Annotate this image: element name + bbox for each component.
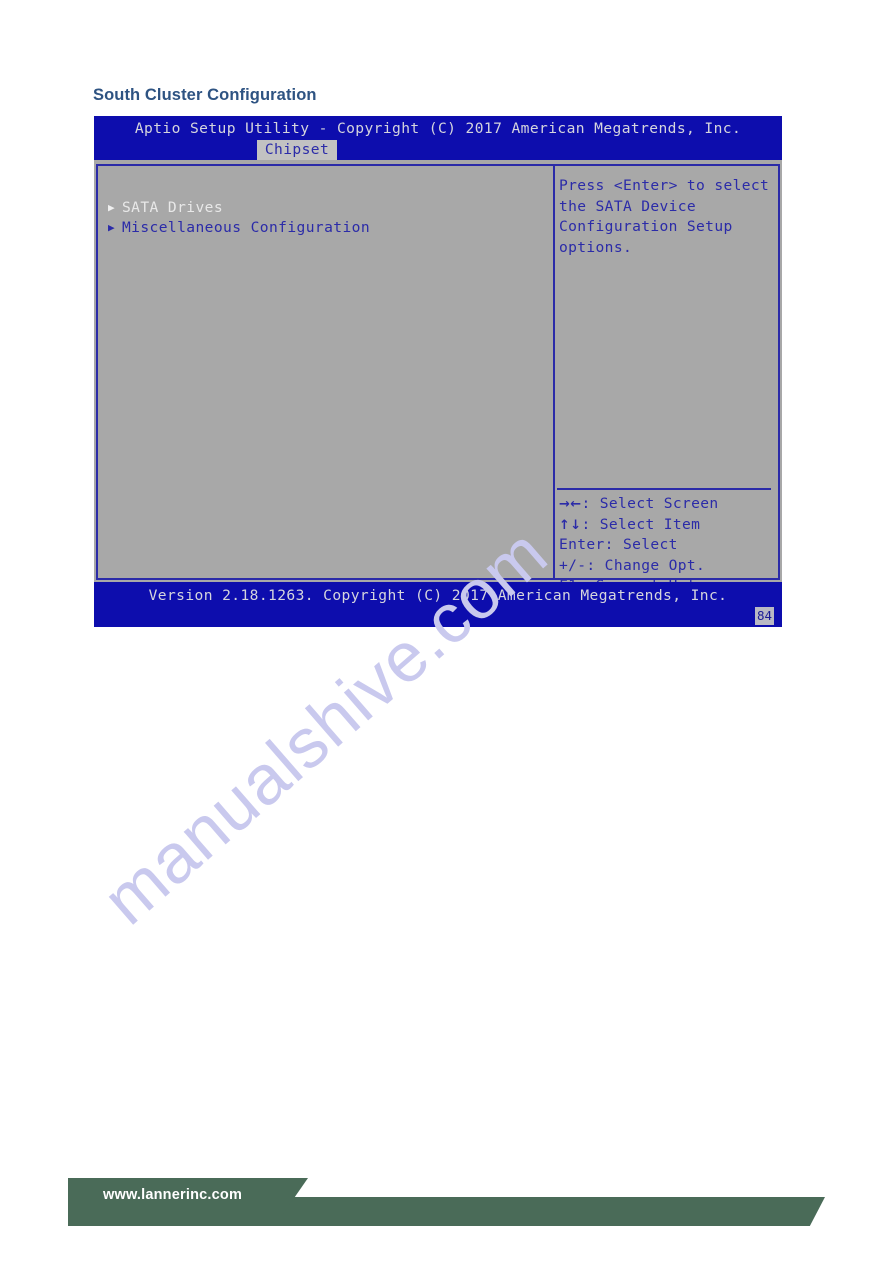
key-legend-change-opt: +/-: Change Opt.	[559, 556, 706, 574]
arrow-up-down-icon: ↑↓	[559, 517, 582, 533]
help-text-line: options.	[559, 238, 633, 256]
help-text-line: the SATA Device	[559, 197, 697, 215]
bios-body: ▶ SATA Drives ▶ Miscellaneous Configurat…	[94, 160, 782, 627]
bios-setup-screenshot: Aptio Setup Utility - Copyright (C) 2017…	[94, 116, 782, 627]
submenu-arrow-icon: ▶	[108, 201, 116, 214]
menu-item-label: SATA Drives	[122, 199, 224, 216]
menu-item-sata-drives[interactable]: ▶ SATA Drives	[102, 198, 542, 218]
menu-item-miscellaneous-configuration[interactable]: ▶ Miscellaneous Configuration	[102, 218, 542, 238]
bios-title-text: Aptio Setup Utility - Copyright (C) 2017…	[134, 120, 742, 137]
key-legend-enter-select: Enter: Select	[559, 536, 678, 553]
page-number-badge: 84	[755, 607, 774, 625]
key-legend-label: : Select Item	[581, 515, 701, 533]
help-separator	[557, 488, 771, 490]
key-legend-select-screen: →←: Select Screen	[559, 494, 774, 515]
panel-divider	[553, 164, 555, 580]
help-panel: Press <Enter> to select the SATA Device …	[559, 176, 769, 258]
page-title: South Cluster Configuration	[93, 86, 317, 104]
tab-chipset[interactable]: Chipset	[257, 140, 337, 160]
bios-version-bar: Version 2.18.1263. Copyright (C) 2017 Am…	[94, 582, 782, 627]
menu-item-label: Miscellaneous Configuration	[122, 219, 371, 236]
bios-title-bar: Aptio Setup Utility - Copyright (C) 2017…	[94, 116, 782, 160]
help-text-line: Configuration Setup	[559, 218, 733, 235]
key-legend-select-item: ↑↓: Select Item	[559, 515, 774, 536]
footer-website-url[interactable]: www.lannerinc.com	[103, 1187, 242, 1203]
bios-version-text: Version 2.18.1263. Copyright (C) 2017 Am…	[148, 587, 728, 604]
page-footer-banner: www.lannerinc.com	[0, 1178, 893, 1226]
bios-menu-list: ▶ SATA Drives ▶ Miscellaneous Configurat…	[102, 198, 542, 238]
submenu-arrow-icon: ▶	[108, 221, 116, 234]
arrow-left-right-icon: →←	[559, 497, 582, 512]
key-legend-label: : Select Screen	[581, 495, 719, 512]
help-text-line: Press <Enter> to select	[559, 177, 770, 194]
